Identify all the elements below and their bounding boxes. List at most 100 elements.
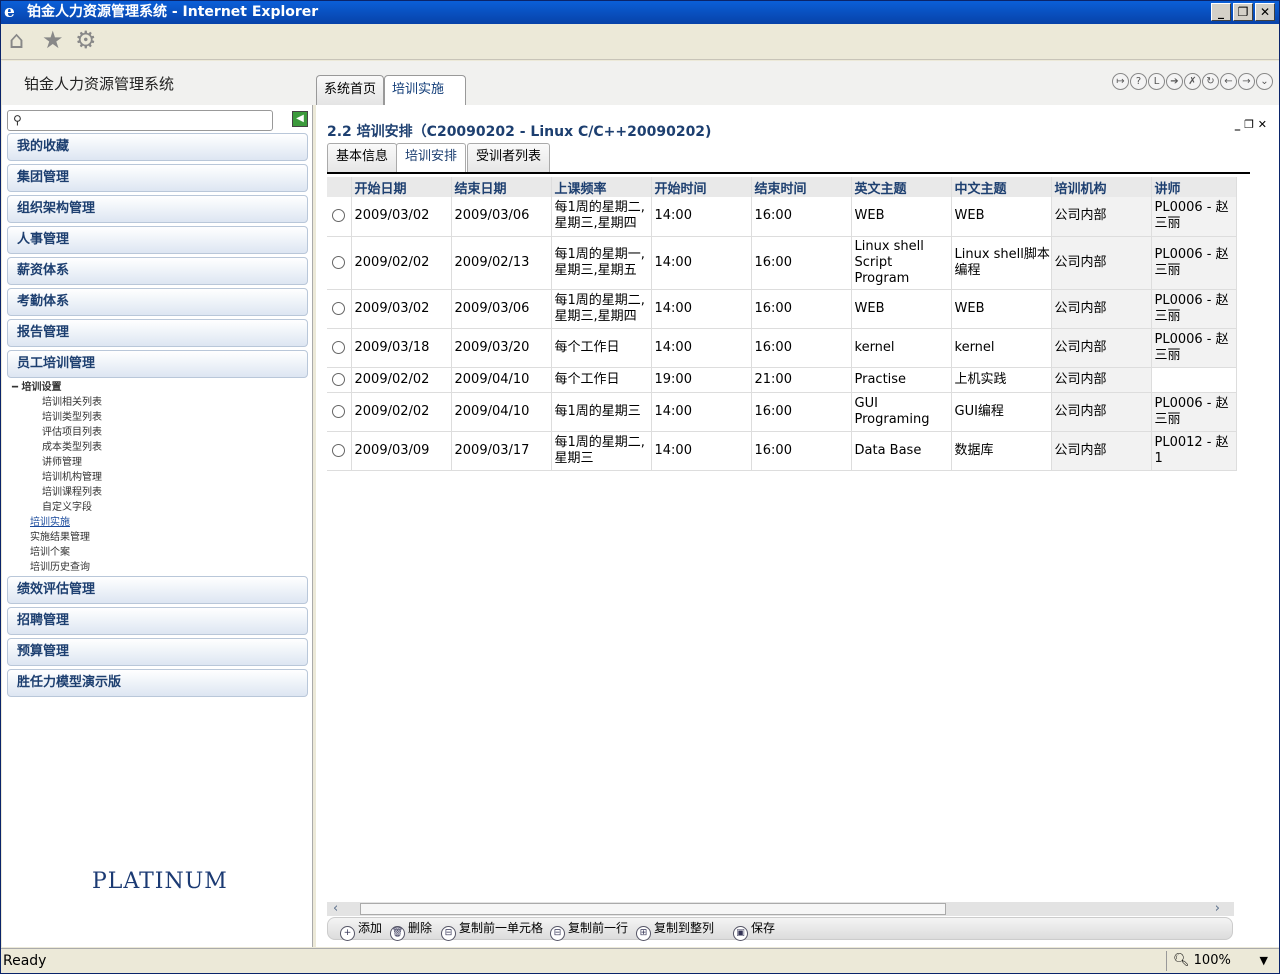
copy-prev-cell-button[interactable]: ⊟ 复制前一单元格 [441,918,543,941]
col-header[interactable]: 开始日期 [351,177,452,197]
col-header[interactable]: 结束日期 [451,177,552,197]
menu-personnel[interactable]: 人事管理 [7,226,308,254]
cell[interactable]: 16:00 [751,431,852,471]
tree-item[interactable]: 自定义字段 [12,500,102,515]
cell[interactable]: 公司内部 [1051,289,1152,329]
cell[interactable]: PL0006 - 赵三丽 [1151,236,1237,290]
cell[interactable]: 公司内部 [1051,392,1152,432]
tree-item-selected[interactable]: 培训实施 [12,515,102,530]
cell[interactable]: 14:00 [651,197,752,237]
cell[interactable]: WEB [851,197,952,237]
menu-reports[interactable]: 报告管理 [7,319,308,347]
cell[interactable]: 2009/03/06 [451,289,552,329]
cell[interactable]: Linux shell Script Program [851,236,952,290]
tree-item[interactable]: 实施结果管理 [12,530,102,545]
cell[interactable]: 每个工作日 [551,367,652,393]
cell[interactable]: GUI编程 [951,392,1052,432]
table-row[interactable]: 2009/02/02 2009/04/10 每1周的星期三 14:00 16:0… [327,392,1237,432]
cell[interactable]: 16:00 [751,236,852,290]
col-header[interactable]: 讲师 [1151,177,1237,197]
cell[interactable]: 每1周的星期一,星期三,星期五 [551,236,652,290]
cell[interactable]: PL0006 - 赵三丽 [1151,197,1237,237]
tree-item[interactable]: 讲师管理 [12,455,102,470]
tree-collapse-icon[interactable]: ━ [12,382,22,393]
row-radio[interactable] [332,404,346,418]
row-radio[interactable] [332,443,346,457]
cell[interactable] [1151,367,1237,393]
tree-item[interactable]: 培训个案 [12,545,102,560]
cell[interactable]: 2009/03/09 [351,431,452,471]
cell[interactable]: 16:00 [751,289,852,329]
cell[interactable]: 每1周的星期二,星期三,星期四 [551,197,652,237]
minimize-button[interactable]: _ [1211,3,1231,21]
tab-home[interactable]: 系统首页 [316,75,385,105]
refresh-icon[interactable]: ↻ [1202,73,1219,90]
cell[interactable]: 2009/02/02 [351,392,452,432]
cell[interactable]: 公司内部 [1051,431,1152,471]
table-row[interactable]: 2009/03/02 2009/03/06 每1周的星期二,星期三,星期四 14… [327,289,1237,329]
cell[interactable]: 2009/03/18 [351,328,452,368]
col-header[interactable]: 开始时间 [651,177,752,197]
menu-org[interactable]: 组织架构管理 [7,195,308,223]
cell[interactable]: PL0006 - 赵三丽 [1151,289,1237,329]
cell[interactable]: kernel [951,328,1052,368]
search-input[interactable]: ⚲ [7,110,273,131]
cell[interactable]: 2009/02/02 [351,367,452,393]
horizontal-scrollbar[interactable]: ‹ › [327,901,1234,916]
col-header[interactable]: 英文主题 [851,177,952,197]
expand-down-icon[interactable]: ⌄ [1256,73,1273,90]
cell[interactable]: 每1周的星期二,星期三 [551,431,652,471]
close-button[interactable]: ✕ [1255,3,1275,21]
col-header[interactable]: 上课频率 [551,177,652,197]
cell[interactable]: 21:00 [751,367,852,393]
col-header[interactable]: 结束时间 [751,177,852,197]
close-panel-icon[interactable]: ✕ [1258,118,1267,131]
menu-competency[interactable]: 胜任力模型演示版 [7,669,308,697]
next-arrow-icon[interactable]: → [1238,73,1255,90]
tree-item[interactable]: 培训类型列表 [12,410,102,425]
cell[interactable]: WEB [951,289,1052,329]
cell[interactable]: 2009/03/06 [451,197,552,237]
gear-icon[interactable]: ⚙ [75,26,97,54]
tree-item[interactable]: 培训课程列表 [12,485,102,500]
col-header[interactable]: 中文主题 [951,177,1052,197]
add-button[interactable]: + 添加 [340,918,382,941]
cell[interactable]: 2009/02/02 [351,236,452,290]
copy-column-button[interactable]: ⊞ 复制到整列 [636,918,714,941]
cell[interactable]: 2009/04/10 [451,367,552,393]
col-header[interactable]: 培训机构 [1051,177,1152,197]
delete-button[interactable]: 🗑 删除 [390,918,432,941]
cell[interactable]: PL0006 - 赵三丽 [1151,328,1237,368]
tab-training-implementation[interactable]: 培训实施 [384,75,466,106]
cell[interactable]: kernel [851,328,952,368]
menu-training[interactable]: 员工培训管理 [7,350,308,378]
maximize-button[interactable]: ❐ [1233,3,1253,21]
cell[interactable]: 2009/03/17 [451,431,552,471]
logout-icon[interactable]: ↦ [1112,73,1129,90]
cell[interactable]: 19:00 [651,367,752,393]
menu-recruitment[interactable]: 招聘管理 [7,607,308,635]
tree-item[interactable]: 培训机构管理 [12,470,102,485]
menu-favorites[interactable]: 我的收藏 [7,133,308,161]
cell[interactable]: WEB [851,289,952,329]
scroll-right-icon[interactable]: › [1215,901,1220,916]
cell[interactable]: 每个工作日 [551,328,652,368]
table-row[interactable]: 2009/02/02 2009/04/10 每个工作日 19:00 21:00 … [327,367,1237,393]
cell[interactable]: 14:00 [651,431,752,471]
tree-group[interactable]: 培训设置 [22,382,62,393]
tree-item[interactable]: 成本类型列表 [12,440,102,455]
cell[interactable]: 2009/03/20 [451,328,552,368]
copy-prev-row-button[interactable]: ⊟ 复制前一行 [550,918,628,941]
tree-item[interactable]: 培训历史查询 [12,560,102,575]
cell[interactable]: 每1周的星期三 [551,392,652,432]
restore-panel-icon[interactable]: ❐ [1244,118,1258,131]
favorites-star-icon[interactable]: ★ [42,26,64,54]
help-icon[interactable]: ? [1130,73,1147,90]
cell[interactable]: 2009/03/02 [351,197,452,237]
row-radio[interactable] [332,255,346,269]
cell[interactable]: 16:00 [751,392,852,432]
cell[interactable]: 上机实践 [951,367,1052,393]
home-icon[interactable]: ⌂ [9,26,24,54]
cell[interactable]: 公司内部 [1051,197,1152,237]
menu-budget[interactable]: 预算管理 [7,638,308,666]
